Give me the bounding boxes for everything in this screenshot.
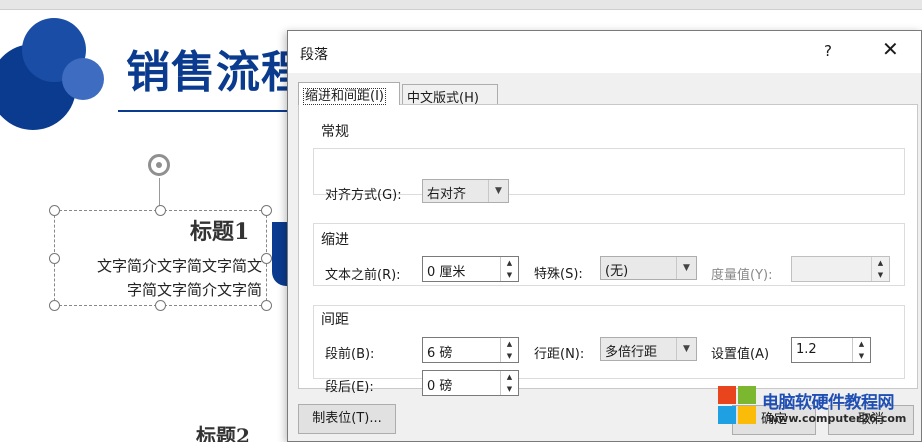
measure-label: 度量值(Y): [711, 268, 773, 283]
before-spacing-input[interactable]: 6 磅 ▲ ▼ [422, 337, 519, 363]
resize-handle-left[interactable] [49, 253, 60, 264]
line-spacing-select[interactable]: 多倍行距 ▼ [600, 337, 697, 361]
slide-heading-2[interactable]: 标题2 [196, 420, 250, 442]
rotate-stem [159, 178, 160, 206]
watermark-url: www.computer26.com [768, 412, 907, 425]
spin-down-icon[interactable]: ▼ [853, 350, 870, 362]
set-value-value: 1.2 [796, 342, 817, 357]
measure-spinner: ▲ ▼ [871, 257, 889, 281]
spin-down-icon: ▼ [877, 271, 884, 279]
before-text-spinner[interactable]: ▲ ▼ [500, 257, 518, 281]
after-spacing-input[interactable]: 0 磅 ▲ ▼ [422, 370, 519, 396]
before-text-value: 0 厘米 [427, 265, 466, 280]
slide-body-text[interactable]: 文字简介文字简文字简文 字简文字简介文字简 [62, 254, 262, 302]
dialog-title: 段落 [300, 47, 328, 63]
resize-handle-top-left[interactable] [49, 205, 60, 216]
spin-down-icon[interactable]: ▼ [501, 269, 518, 281]
close-icon[interactable]: ✕ [882, 39, 899, 59]
tab-panel: 常规 对齐方式(G): 右对齐 ▼ 缩进 文本之前(R): 0 厘米 ▲ ▼ 特… [298, 104, 918, 396]
help-button[interactable]: ? [824, 42, 832, 60]
set-value-input[interactable]: 1.2 ▲ ▼ [791, 337, 871, 363]
chevron-down-icon[interactable]: ▼ [488, 180, 508, 202]
spin-up-icon[interactable]: ▲ [501, 371, 518, 383]
before-text-input[interactable]: 0 厘米 ▲ ▼ [422, 256, 519, 282]
tab-indent-spacing-label: 缩进和间距(I) [303, 88, 386, 105]
watermark: 电脑软硬件教程网 www.computer26.com [716, 384, 922, 436]
spin-down-icon[interactable]: ▼ [501, 383, 518, 395]
after-spacing-spinner[interactable]: ▲ ▼ [500, 371, 518, 395]
resize-handle-top[interactable] [155, 205, 166, 216]
special-value: (无) [605, 264, 629, 279]
resize-handle-right[interactable] [261, 253, 272, 264]
spin-up-icon: ▲ [877, 259, 884, 267]
slide-heading-1[interactable]: 标题1 [190, 214, 249, 246]
watermark-title: 电脑软硬件教程网 [762, 393, 895, 413]
resize-handle-bottom-left[interactable] [49, 300, 60, 311]
line-spacing-value: 多倍行距 [605, 345, 658, 360]
special-select[interactable]: (无) ▼ [600, 256, 697, 280]
tab-indent-spacing[interactable]: 缩进和间距(I) [298, 82, 400, 105]
line-spacing-label: 行距(N): [534, 347, 585, 362]
resize-handle-bottom-right[interactable] [261, 300, 272, 311]
spin-up-icon[interactable]: ▲ [853, 338, 870, 350]
after-spacing-value: 0 磅 [427, 379, 453, 394]
spin-up-icon[interactable]: ▲ [501, 338, 518, 350]
tab-stops-button[interactable]: 制表位(T)... [298, 404, 396, 434]
chevron-down-icon[interactable]: ▼ [676, 257, 696, 279]
before-spacing-label: 段前(B): [325, 347, 375, 362]
decor-circle-small [62, 58, 104, 100]
spin-down-icon[interactable]: ▼ [501, 350, 518, 362]
set-value-label: 设置值(A) [711, 347, 770, 362]
alignment-select[interactable]: 右对齐 ▼ [422, 179, 509, 203]
tab-chinese-layout[interactable]: 中文版式(H) [402, 84, 498, 106]
before-spacing-value: 6 磅 [427, 346, 453, 361]
before-spacing-spinner[interactable]: ▲ ▼ [500, 338, 518, 362]
group-title-general: 常规 [321, 121, 349, 141]
alignment-value: 右对齐 [427, 187, 467, 202]
alignment-label: 对齐方式(G): [325, 188, 402, 203]
after-spacing-label: 段后(E): [325, 380, 374, 395]
ruler-strip [0, 0, 922, 10]
resize-handle-top-right[interactable] [261, 205, 272, 216]
title-underline [118, 110, 293, 112]
special-label: 特殊(S): [534, 267, 583, 282]
rotate-handle-icon[interactable] [148, 154, 170, 176]
body-line-1: 文字简介文字简文字简文 [96, 257, 262, 275]
body-line-2: 字简文字简介文字简 [126, 281, 262, 299]
measure-input: ▲ ▼ [791, 256, 890, 282]
paragraph-dialog: 段落 ? ✕ 缩进和间距(I) 中文版式(H) 常规 对齐方式(G): 右对齐 … [287, 30, 922, 442]
windows-logo-icon [718, 386, 758, 426]
spin-up-icon[interactable]: ▲ [501, 257, 518, 269]
set-value-spinner[interactable]: ▲ ▼ [852, 338, 870, 362]
slide-title[interactable]: 销售流程 [126, 36, 306, 100]
before-text-label: 文本之前(R): [325, 268, 401, 283]
dialog-titlebar[interactable]: 段落 ? ✕ [288, 31, 921, 73]
chevron-down-icon[interactable]: ▼ [676, 338, 696, 360]
